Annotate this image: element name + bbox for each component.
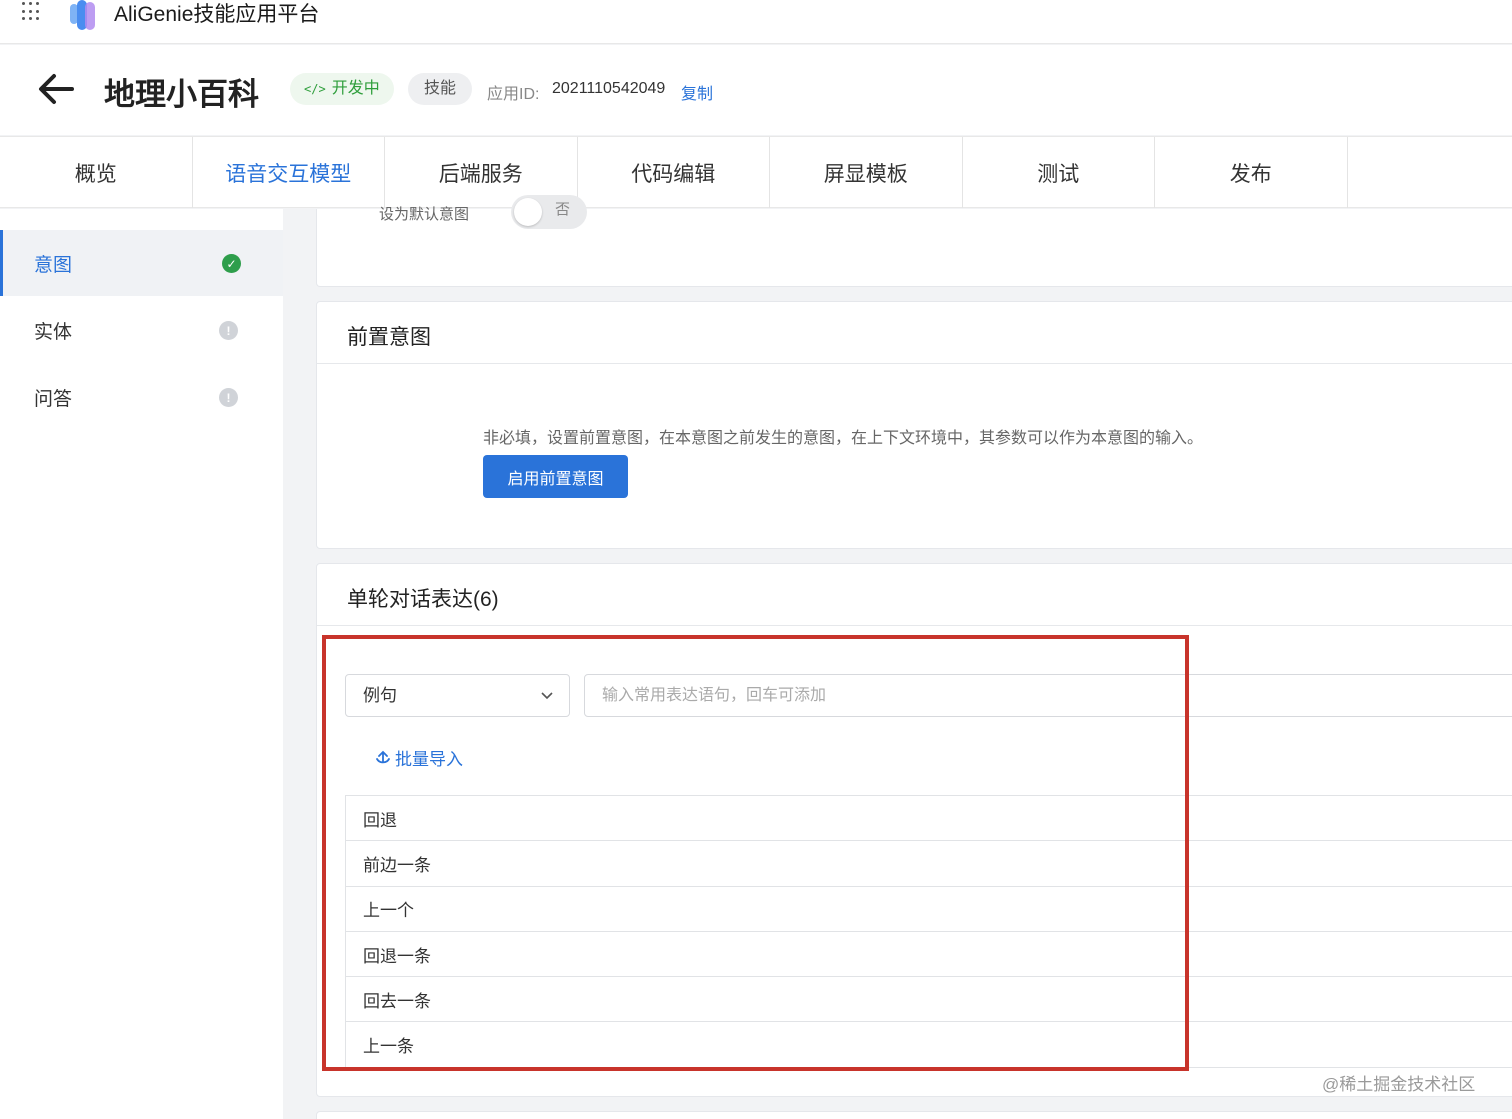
single-turn-expressions-card: 单轮对话表达(6) 例句 批量导入 回退 前边一条 上一个 回退一条 回去一条 …	[316, 563, 1512, 1097]
sidebar-item-qa[interactable]: 问答 !	[0, 364, 283, 430]
divider	[317, 625, 1512, 626]
tab-code-editor[interactable]: 代码编辑	[578, 137, 770, 208]
back-arrow-icon[interactable]	[36, 71, 76, 107]
sidebar-item-label: 意图	[34, 254, 73, 276]
default-intent-card: 设为默认意图 否	[316, 195, 1512, 287]
pre-intent-title: 前置意图	[347, 326, 431, 349]
pre-intent-card: 前置意图 非必填，设置前置意图，在本意图之前发生的意图，在上下文环境中，其参数可…	[316, 301, 1512, 549]
select-value: 例句	[363, 686, 397, 705]
tab-overview[interactable]: 概览	[0, 137, 193, 208]
code-icon: </>	[304, 82, 326, 96]
exclamation-circle-icon: !	[219, 388, 238, 407]
platform-title: AliGenie技能应用平台	[114, 3, 320, 26]
app-header: 地理小百科 </> 开发中 技能 应用ID: 2021110542049 复制	[0, 45, 1512, 135]
app-id-label: 应用ID:	[487, 86, 540, 103]
app-id-value: 2021110542049	[552, 80, 666, 97]
batch-import-label: 批量导入	[395, 750, 463, 769]
toggle-text: 否	[555, 201, 571, 218]
sidebar-item-entity[interactable]: 实体 !	[0, 297, 283, 363]
expression-type-select[interactable]: 例句	[345, 674, 570, 717]
chevron-down-icon	[541, 692, 553, 700]
default-intent-toggle[interactable]: 否	[511, 195, 587, 229]
default-intent-label: 设为默认意图	[379, 206, 470, 223]
expressions-title: 单轮对话表达(6)	[347, 588, 499, 611]
list-item[interactable]: 上一个	[345, 886, 1512, 932]
type-badge: 技能	[408, 73, 473, 105]
top-bar: AliGenie技能应用平台	[0, 0, 1512, 44]
expression-list: 回退 前边一条 上一个 回退一条 回去一条 上一条	[345, 795, 1512, 1068]
copy-app-id-link[interactable]: 复制	[681, 80, 713, 104]
list-item[interactable]: 前边一条	[345, 841, 1512, 887]
status-badge-label: 开发中	[331, 80, 380, 97]
expression-input[interactable]	[584, 674, 1512, 717]
list-item[interactable]: 回去一条	[345, 977, 1512, 1023]
next-card	[316, 1111, 1512, 1119]
watermark: @稀土掘金技术社区	[1322, 1075, 1476, 1094]
tab-voice-interaction-model[interactable]: 语音交互模型	[193, 137, 385, 208]
upload-icon	[376, 750, 390, 763]
divider	[317, 363, 1512, 364]
main-tabs: 概览 语音交互模型 后端服务 代码编辑 屏显模板 测试 发布	[0, 136, 1512, 208]
app-grid-icon[interactable]	[22, 2, 42, 22]
pre-intent-description: 非必填，设置前置意图，在本意图之前发生的意图，在上下文环境中，其参数可以作为本意…	[483, 430, 1204, 447]
sidebar-item-label: 问答	[34, 388, 73, 410]
list-item[interactable]: 回退一条	[345, 931, 1512, 978]
enable-pre-intent-button[interactable]: 启用前置意图	[483, 455, 628, 498]
aligenie-logo-icon	[70, 0, 95, 30]
status-badge: </> 开发中	[290, 73, 394, 105]
tab-test[interactable]: 测试	[963, 137, 1155, 208]
exclamation-circle-icon: !	[219, 321, 238, 340]
tab-screen-template[interactable]: 屏显模板	[770, 137, 963, 208]
list-item[interactable]: 上一条	[345, 1022, 1512, 1068]
batch-import-link[interactable]: 批量导入	[373, 745, 463, 770]
app-name: 地理小百科	[104, 77, 259, 112]
sidebar-item-label: 实体	[34, 321, 73, 343]
sidebar-item-intent[interactable]: 意图 ✓	[0, 230, 283, 296]
check-circle-icon: ✓	[222, 254, 241, 273]
list-item[interactable]: 回退	[345, 796, 1512, 842]
tab-publish[interactable]: 发布	[1155, 137, 1348, 208]
sidebar: 意图 ✓ 实体 ! 问答 !	[0, 209, 283, 1119]
